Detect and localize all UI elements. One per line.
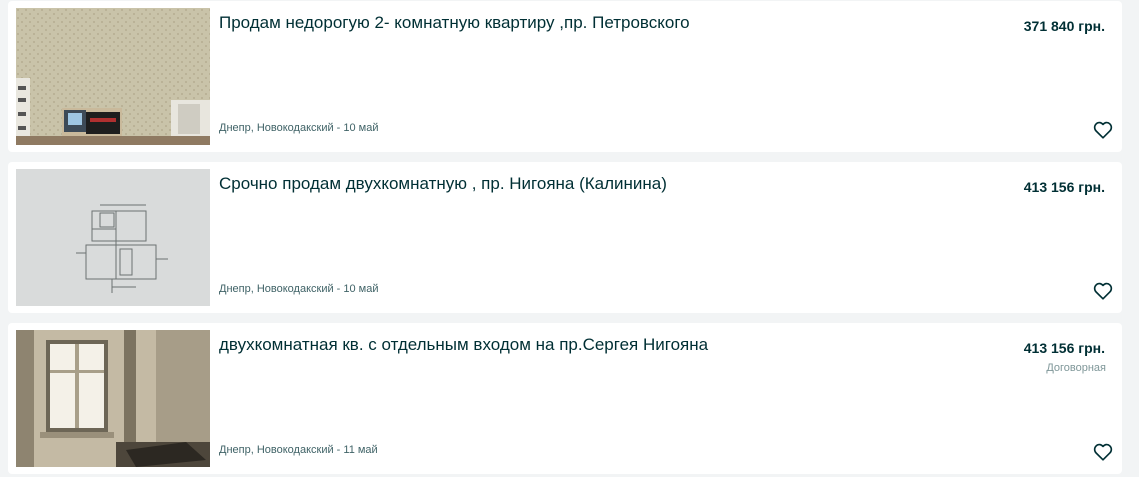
listing-title[interactable]: Продам недорогую 2- комнатную квартиру ,… [219, 12, 979, 34]
listing-location-date: Днепр, Новокодакский - 11 май [219, 444, 378, 456]
heart-outline-icon[interactable] [1092, 441, 1114, 463]
listing-title[interactable]: двухкомнатная кв. с отдельным входом на … [219, 334, 979, 356]
listing-card[interactable]: Срочно продам двухкомнатную , пр. Нигоян… [8, 162, 1122, 313]
listing-photo[interactable] [16, 330, 210, 467]
listing-photo[interactable] [16, 169, 210, 306]
listing-location-date: Днепр, Новокодакский - 10 май [219, 283, 379, 295]
listing-location-date: Днепр, Новокодакский - 10 май [219, 122, 379, 134]
negotiable-label: Договорная [1046, 362, 1106, 374]
listing-card[interactable]: Продам недорогую 2- комнатную квартиру ,… [8, 1, 1122, 152]
listing-price: 413 156 грн. [1023, 340, 1105, 356]
listing-price: 413 156 грн. [1023, 179, 1105, 195]
heart-outline-icon[interactable] [1092, 119, 1114, 141]
listing-price: 371 840 грн. [1023, 18, 1105, 34]
listing-card[interactable]: двухкомнатная кв. с отдельным входом на … [8, 323, 1122, 474]
listing-photo[interactable] [16, 8, 210, 145]
heart-outline-icon[interactable] [1092, 280, 1114, 302]
listing-title[interactable]: Срочно продам двухкомнатную , пр. Нигоян… [219, 173, 979, 195]
